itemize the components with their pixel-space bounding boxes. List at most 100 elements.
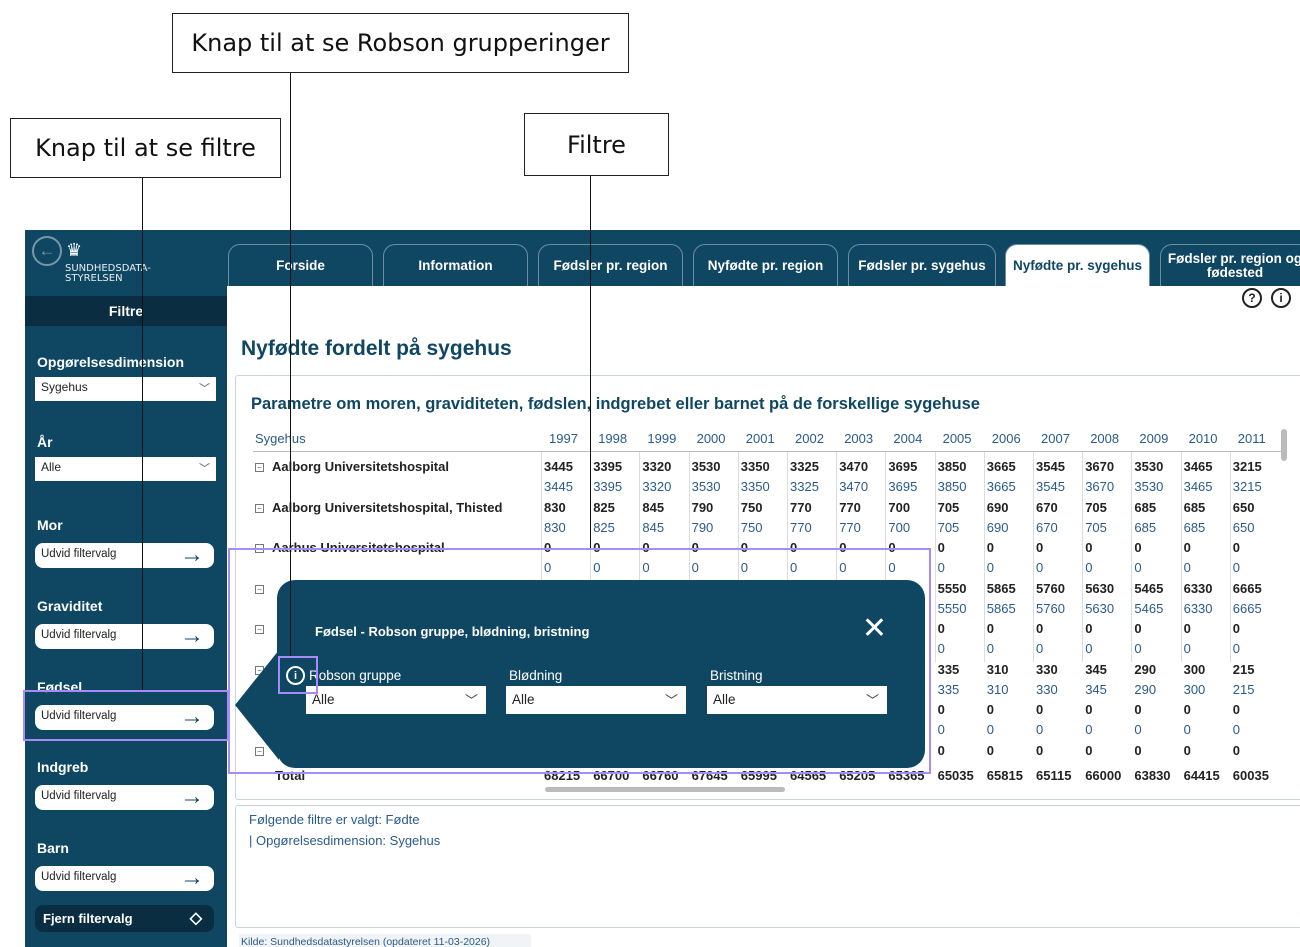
table-header-year[interactable]: 2003 [844, 431, 873, 446]
tab-information[interactable]: Information [383, 244, 528, 286]
table-cell: 300 [1183, 661, 1206, 677]
callout-filters: Filtre [524, 113, 669, 176]
table-cell: 3665 [986, 479, 1016, 494]
mor-expand-button[interactable]: Udvid filtervalg → [35, 541, 214, 568]
table-cell: 0 [1085, 742, 1093, 758]
table-cell: 5865 [986, 600, 1016, 616]
table-cell: 770 [839, 519, 861, 535]
table-cell: 3545 [1036, 479, 1065, 494]
tab-fodsler-region-fodested[interactable]: Fødsler pr. region og fødested [1160, 244, 1300, 286]
table-cell: 310 [986, 681, 1009, 697]
logo: ← ♛ SUNDHEDSDATA- STYRELSEN [30, 234, 220, 288]
table-cell: 0 [937, 742, 945, 758]
table-cell: 0 [1183, 560, 1191, 575]
table-cell: 0 [937, 560, 945, 575]
table-cell: 310 [986, 661, 1009, 677]
table-cell: 0 [1036, 742, 1044, 758]
table-header-year[interactable]: 1999 [647, 431, 676, 446]
table-cell: 3465 [1183, 459, 1213, 474]
table-header-year[interactable]: 2004 [893, 431, 922, 446]
arrow-right-icon: → [180, 864, 204, 891]
table-cell: 5465 [1134, 580, 1164, 596]
table-total-cell: 65035 [937, 768, 974, 783]
table-row-name[interactable]: − Aalborg Universitetshospital, Thisted [255, 500, 502, 515]
table-cell: 0 [937, 540, 945, 555]
tab-nyfodte-region[interactable]: Nyfødte pr. region [693, 244, 838, 286]
indgreb-expand-button[interactable]: Udvid filtervalg → [35, 783, 214, 810]
table-cell: 0 [1036, 702, 1044, 717]
tab-fodsler-sygehus[interactable]: Fødsler pr. sygehus [848, 244, 996, 286]
table-header-year[interactable]: 2010 [1189, 431, 1218, 446]
table-cell: 0 [1085, 722, 1093, 737]
table-cell: 825 [593, 499, 615, 515]
table-header-year[interactable]: 2005 [943, 431, 972, 446]
aar-label: År [37, 434, 53, 450]
filtre-header: Filtre [25, 296, 227, 326]
table-header-year[interactable]: 2001 [746, 431, 775, 446]
table-cell: 770 [839, 499, 861, 515]
table-cell: 330 [1036, 661, 1058, 677]
table-cell: 5465 [1134, 600, 1164, 616]
table-cell: 6665 [1232, 580, 1262, 596]
table-cell: 0 [986, 722, 995, 737]
opgorelse-select[interactable]: Sygehus ﹀ [35, 377, 216, 401]
table-cell: 0 [1134, 722, 1142, 737]
table-cell: 215 [1232, 681, 1255, 697]
table-header-year[interactable]: 1998 [598, 431, 627, 446]
table-cell: 3320 [642, 479, 672, 494]
tab-fodsler-region[interactable]: Fødsler pr. region [538, 244, 683, 286]
panel-title: Parametre om moren, graviditeten, fødsle… [251, 395, 980, 413]
back-icon[interactable]: ← [32, 236, 62, 266]
table-cell: 3850 [937, 459, 967, 474]
table-cell: 0 [937, 621, 945, 636]
tab-nyfodte-sygehus[interactable]: Nyfødte pr. sygehus [1005, 244, 1150, 286]
table-cell: 3350 [740, 479, 770, 494]
graviditet-expand-button[interactable]: Udvid filtervalg → [35, 622, 214, 649]
help-icon[interactable]: ? [1242, 288, 1262, 308]
aar-select[interactable]: Alle ﹀ [35, 457, 216, 481]
table-cell: 0 [986, 641, 995, 656]
table-header-year[interactable]: 2009 [1139, 431, 1168, 446]
arrow-right-icon: → [180, 783, 204, 810]
table-cell: 0 [1183, 641, 1191, 656]
table-header-year[interactable]: 2007 [1041, 431, 1070, 446]
table-cell: 705 [1085, 499, 1107, 515]
table-cell: 5630 [1085, 600, 1115, 616]
table-header-year[interactable]: 2006 [992, 431, 1021, 446]
eraser-icon: ◇ [189, 910, 202, 927]
info-icon[interactable]: i [1271, 288, 1291, 308]
horizontal-scrollbar[interactable] [545, 787, 785, 792]
table-header-year[interactable]: 2008 [1090, 431, 1119, 446]
table-cell: 290 [1134, 661, 1157, 677]
table-cell: 300 [1183, 681, 1206, 697]
table-cell: 3215 [1232, 459, 1262, 474]
table-cell: 0 [1085, 560, 1093, 575]
callout-robson: Knap til at se Robson grupperinger [172, 13, 629, 73]
table-header-year[interactable]: 2002 [795, 431, 824, 446]
highlight-robson-info [278, 656, 318, 694]
table-row-name[interactable]: − Aalborg Universitetshospital [255, 459, 449, 474]
table-cell: 0 [986, 540, 995, 555]
table-cell: 0 [1232, 722, 1241, 737]
table-cell: 0 [1134, 702, 1142, 717]
collapse-icon[interactable]: − [255, 463, 264, 473]
collapse-icon[interactable]: − [255, 503, 264, 513]
crown-icon: ♛ [66, 240, 83, 260]
selected-filters-line1: Følgende filtre er valgt: Fødte [249, 812, 420, 827]
tab-forside[interactable]: Forside [228, 244, 373, 286]
table-header-year[interactable]: 1997 [549, 431, 578, 446]
clear-filters-button[interactable]: Fjern filtervalg ◇ [35, 905, 214, 932]
table-row-label: Aalborg Universitetshospital [272, 459, 449, 474]
barn-expand-button[interactable]: Udvid filtervalg → [35, 864, 214, 891]
table-cell: 690 [986, 519, 1009, 535]
table-header-divider [253, 451, 1283, 452]
vertical-scrollbar[interactable] [1281, 429, 1287, 461]
table-header-year[interactable]: 2011 [1238, 431, 1266, 446]
table-cell: 0 [1183, 621, 1191, 636]
barn-label: Barn [37, 840, 69, 856]
table-header-year[interactable]: 2000 [697, 431, 726, 446]
table-cell: 345 [1085, 661, 1107, 677]
table-cell: 0 [1036, 560, 1044, 575]
table-cell: 0 [986, 702, 995, 717]
table-header-sygehus[interactable]: Sygehus [255, 431, 306, 446]
